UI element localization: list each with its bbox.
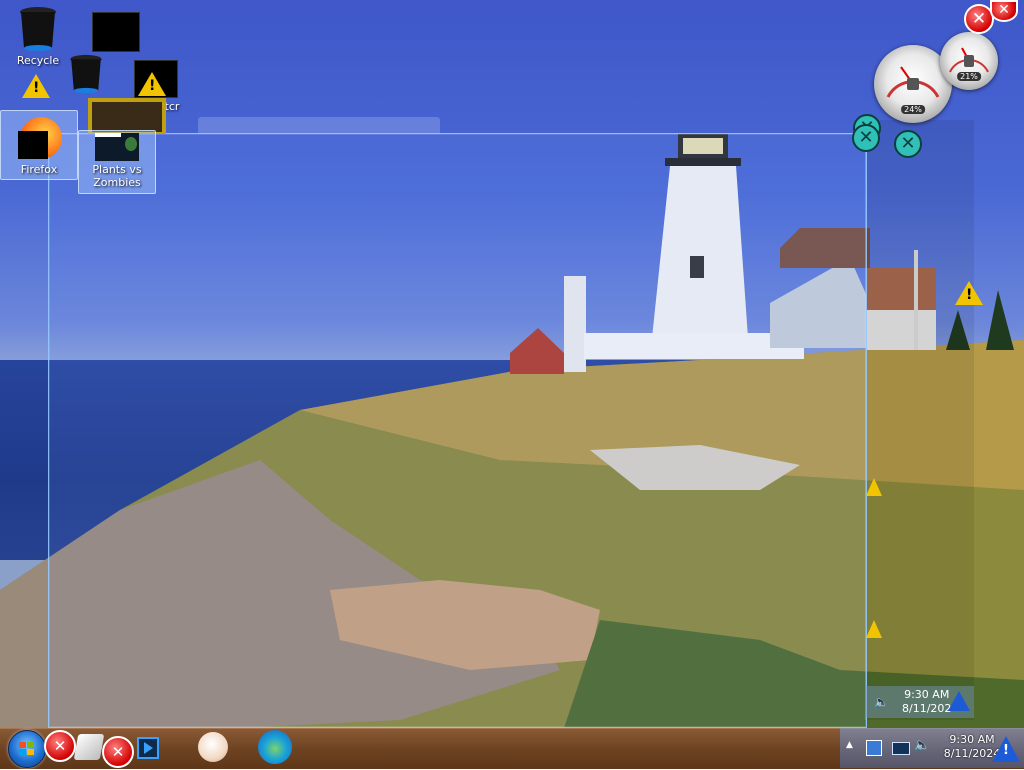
firefox-desktop-icon[interactable]: Firefox [0, 110, 78, 180]
windows-logo-icon [19, 742, 34, 755]
action-center-alert-icon[interactable]: ! [992, 736, 1020, 762]
recycle-bin-label: Recycle [16, 54, 60, 67]
network-icon[interactable] [866, 740, 882, 756]
thumbnail-icon [92, 102, 162, 132]
memory-meter-gadget[interactable]: 21% [940, 32, 998, 90]
display-icon[interactable] [892, 742, 910, 755]
highlighted-shortcut-bg [88, 98, 166, 134]
window-titlebar[interactable] [198, 117, 440, 133]
tray-expand-icon[interactable]: ▲ [846, 740, 853, 750]
volume-icon[interactable]: 🔈 [914, 738, 930, 753]
cpu-percent: 24% [901, 105, 925, 114]
blank-file-icon[interactable] [92, 12, 140, 52]
gadget-close-icon-2[interactable]: ✕ [852, 124, 880, 152]
tcr-label: tcr [164, 100, 180, 113]
media-player-icon[interactable] [137, 737, 159, 759]
warning-icon-2: ! [138, 72, 166, 96]
moon-app-icon[interactable] [198, 732, 228, 762]
recycle-bin-copy-icon[interactable] [64, 54, 108, 96]
plants-vs-zombies-label: Plants vs Zombies [92, 163, 142, 189]
taskbar-error-icon-2[interactable]: ✕ [102, 736, 134, 768]
recycle-bin-glyph [70, 54, 102, 94]
memory-percent: 21% [957, 72, 981, 81]
recycle-bin-glyph [20, 7, 56, 51]
firefox-label: Firefox [20, 163, 58, 176]
memory-gauge-dial [949, 47, 989, 73]
speaker-icon: 🔈 [874, 695, 889, 709]
warning-icon-3: ! [955, 281, 983, 305]
firefox-taskbar-icon[interactable] [258, 730, 292, 764]
error-close-icon-2[interactable]: ✕ [990, 0, 1018, 22]
plants-vs-zombies-thumbnail [95, 133, 139, 161]
ghost-clock-date: 8/11/202 [902, 702, 952, 715]
firefox-icon [16, 115, 62, 161]
ghost-clock-time: 9:30 AM [904, 688, 950, 701]
taskbar-app-icon[interactable] [73, 734, 105, 760]
warning-icon-4 [866, 478, 882, 496]
ghost-tray-clock: 🔈 9:30 AM 8/11/202 [866, 686, 974, 718]
warning-icon-5 [866, 620, 882, 638]
taskbar-error-icon[interactable]: ✕ [44, 730, 76, 762]
start-button[interactable] [8, 730, 46, 768]
warning-icon: ! [22, 74, 50, 98]
ghost-alert-icon [948, 691, 970, 711]
translucent-window[interactable] [48, 133, 867, 728]
plants-vs-zombies-icon[interactable]: Plants vs Zombies [78, 130, 156, 194]
gadget-close-icon-3[interactable]: ✕ [894, 130, 922, 158]
